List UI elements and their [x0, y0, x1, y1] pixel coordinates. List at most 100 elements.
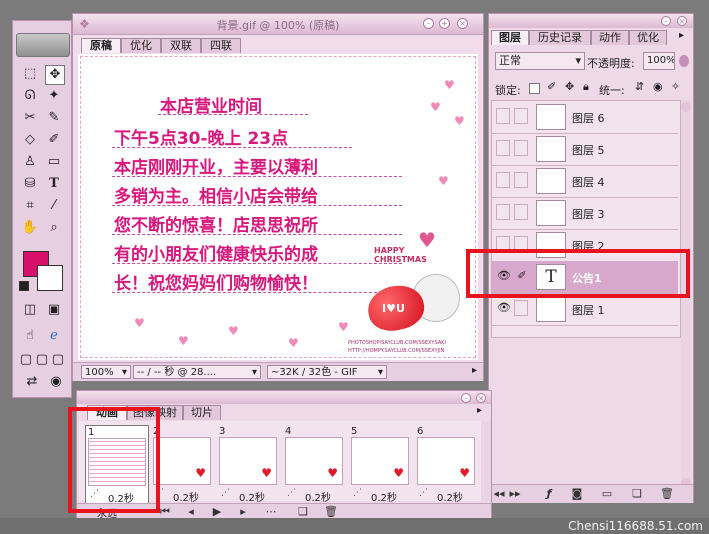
- tab-original[interactable]: 原稿: [81, 38, 121, 53]
- visibility-toggle[interactable]: [496, 204, 510, 220]
- tab-4up[interactable]: 四联: [201, 38, 241, 53]
- animation-frame-3[interactable]: 3 ♥ ⋰ 0.2秒: [217, 425, 279, 505]
- screen-mode-1-icon[interactable]: ▢: [19, 351, 33, 369]
- stamp-tool-icon[interactable]: ♙: [21, 153, 39, 171]
- magic-wand-tool-icon[interactable]: ✦: [45, 87, 63, 105]
- frame-delay[interactable]: 0.2秒: [305, 489, 331, 504]
- panel-minimize-button[interactable]: –: [461, 393, 471, 403]
- frame-delay[interactable]: 0.2秒: [239, 489, 265, 504]
- panel-menu-icon[interactable]: ▸: [679, 30, 684, 41]
- tab-layers[interactable]: 图层: [491, 30, 529, 45]
- document-canvas[interactable]: 本店营业时间 下午5点30-晚上 23点 本店刚刚开业，主要以薄利 多销为主。相…: [78, 54, 478, 360]
- scroll-up-button[interactable]: [681, 102, 691, 112]
- next-frame-icon[interactable]: ▸: [235, 505, 251, 519]
- brush-icon[interactable]: ✐: [547, 80, 556, 93]
- frame-delay[interactable]: 0.2秒: [371, 489, 397, 504]
- link-toggle[interactable]: [514, 172, 528, 188]
- file-size-dropdown[interactable]: ~32K / 32色 - GIF ▾: [267, 365, 387, 379]
- link-toggle[interactable]: [514, 300, 528, 316]
- play-icon[interactable]: ▶: [209, 505, 225, 519]
- panel-close-button[interactable]: ×: [476, 393, 486, 403]
- step-back-icon[interactable]: ◂◂: [491, 487, 507, 501]
- frame-delay[interactable]: 0.2秒: [437, 489, 463, 504]
- animation-scrollbar[interactable]: [481, 421, 491, 501]
- move-icon[interactable]: ✥: [565, 80, 574, 93]
- layer-effects-icon[interactable]: ƒ: [541, 487, 557, 501]
- zoom-dropdown[interactable]: 100% ▾: [81, 365, 131, 379]
- tab-2up[interactable]: 双联: [161, 38, 201, 53]
- layer-row-4[interactable]: 图层 4: [492, 165, 678, 198]
- quickmask-icon[interactable]: ◫: [21, 301, 39, 319]
- eraser-tool-icon[interactable]: ◇: [21, 131, 39, 149]
- tab-slice[interactable]: 切片: [183, 405, 221, 420]
- crop-slice-tool-icon[interactable]: ✂: [21, 109, 39, 127]
- lock-transparent-checkbox[interactable]: [529, 83, 540, 94]
- visibility-toggle[interactable]: [496, 172, 510, 188]
- opacity-input[interactable]: 100%: [643, 52, 675, 70]
- animation-frame-4[interactable]: 4 ♥ ⋰ 0.2秒: [283, 425, 345, 505]
- rectangle-tool-icon[interactable]: ▭: [45, 153, 63, 171]
- jump-imageready-icon[interactable]: ☝: [21, 327, 39, 345]
- close-button[interactable]: ×: [457, 18, 468, 29]
- preview-browser-icon[interactable]: ℯ: [45, 327, 63, 345]
- download-time-dropdown[interactable]: -- / -- 秒 @ 28.... ▾: [133, 365, 261, 379]
- lasso-tool-icon[interactable]: ᘏ: [21, 87, 39, 105]
- type-tool-icon[interactable]: T: [45, 175, 63, 193]
- layer-row-3[interactable]: 图层 3: [492, 197, 678, 230]
- lock-icon[interactable]: 🔒︎: [583, 80, 589, 94]
- add-mask-icon[interactable]: ◙: [569, 487, 585, 501]
- tab-optimized[interactable]: 优化: [121, 38, 161, 53]
- tween-icon[interactable]: ⋯: [263, 505, 279, 519]
- unify-style-icon[interactable]: ✧: [671, 80, 680, 93]
- screen-mode-3-icon[interactable]: ▢: [51, 351, 65, 369]
- layers-panel-titlebar[interactable]: – ×: [489, 14, 693, 28]
- heal-tool-icon[interactable]: ✎: [45, 109, 63, 127]
- hand-tool-icon[interactable]: ✋: [21, 219, 39, 237]
- edit-in-photoshop-icon[interactable]: ⇄: [23, 373, 41, 391]
- screen-mode-2-icon[interactable]: ▢: [35, 351, 49, 369]
- blend-mode-dropdown[interactable]: 正常 ▾: [495, 52, 585, 70]
- opacity-slider-button[interactable]: [679, 55, 689, 67]
- layer-row-5[interactable]: 图层 5: [492, 133, 678, 166]
- step-forward-icon[interactable]: ▸▸: [507, 487, 523, 501]
- tab-optimize[interactable]: 优化: [629, 30, 667, 45]
- link-toggle[interactable]: [514, 204, 528, 220]
- duplicate-frame-icon[interactable]: ❏: [295, 505, 311, 519]
- panel-menu-icon[interactable]: ▸: [477, 405, 482, 416]
- marquee-tool-icon[interactable]: ⬚: [21, 65, 39, 83]
- animation-frame-2[interactable]: 2 ♥ ⋰ 0.2秒: [151, 425, 213, 505]
- maximize-button[interactable]: +: [439, 18, 450, 29]
- previous-frame-icon[interactable]: ◂: [183, 505, 199, 519]
- visibility-toggle[interactable]: [496, 140, 510, 156]
- link-toggle[interactable]: [514, 140, 528, 156]
- preview-document-icon[interactable]: ◉: [47, 373, 65, 391]
- move-tool-icon[interactable]: ✥: [45, 65, 65, 85]
- scroll-right-icon[interactable]: ▸: [472, 365, 477, 376]
- tab-actions[interactable]: 动作: [591, 30, 629, 45]
- brush-tool-icon[interactable]: ✐: [45, 131, 63, 149]
- unify-visibility-icon[interactable]: ◉: [653, 80, 663, 93]
- frame-delay[interactable]: 0.2秒: [173, 489, 199, 504]
- tab-history[interactable]: 历史记录: [529, 30, 591, 45]
- background-color-swatch[interactable]: [37, 265, 63, 291]
- layer-row-6[interactable]: 图层 6: [492, 101, 678, 134]
- panel-minimize-button[interactable]: –: [661, 16, 671, 26]
- visibility-toggle[interactable]: [496, 108, 510, 124]
- default-colors-icon[interactable]: [19, 281, 29, 291]
- unify-position-icon[interactable]: ⇵: [635, 80, 644, 93]
- new-layer-icon[interactable]: ❏: [629, 487, 645, 501]
- minimize-button[interactable]: –: [423, 18, 434, 29]
- new-set-icon[interactable]: ▭: [599, 487, 615, 501]
- crop-tool-icon[interactable]: ⌗: [21, 197, 39, 215]
- animation-frame-5[interactable]: 5 ♥ ⋰ 0.2秒: [349, 425, 411, 505]
- zoom-tool-icon[interactable]: ⌕: [45, 219, 63, 237]
- delete-layer-icon[interactable]: 🗑︎: [659, 487, 675, 501]
- link-toggle[interactable]: [514, 108, 528, 124]
- paint-bucket-tool-icon[interactable]: ⛁: [21, 175, 39, 193]
- quickmask-standard-icon[interactable]: ▣: [45, 301, 63, 319]
- animation-frame-6[interactable]: 6 ♥ ⋰ 0.2秒: [415, 425, 477, 505]
- panel-close-button[interactable]: ×: [677, 16, 687, 26]
- eyedropper-tool-icon[interactable]: ⁄: [45, 197, 63, 215]
- document-titlebar[interactable]: ❖ 背景.gif @ 100% (原稿) – + ×: [73, 14, 483, 35]
- eye-icon[interactable]: 👁︎: [496, 300, 512, 316]
